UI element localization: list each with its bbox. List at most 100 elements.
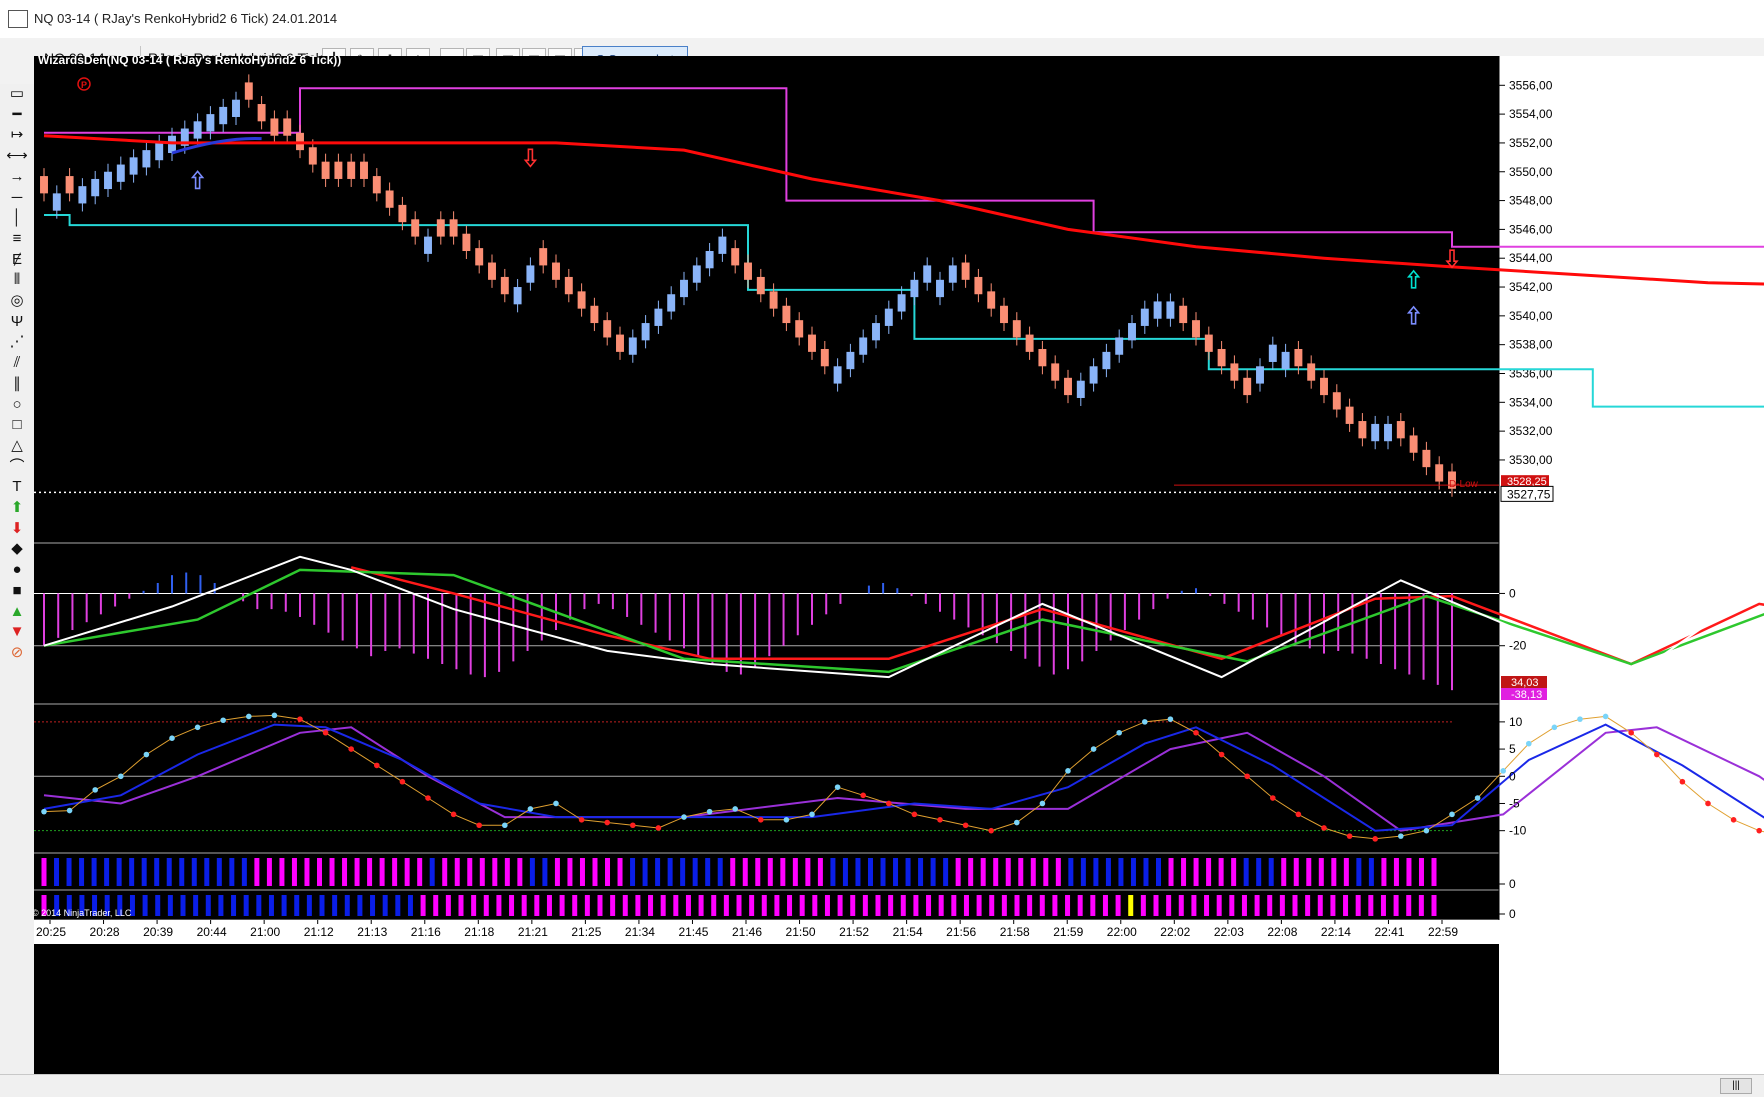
signal-strip-1 xyxy=(492,858,498,886)
diamond-icon[interactable]: ◆ xyxy=(5,539,29,559)
signal-strip-2 xyxy=(610,895,616,916)
signal-strip-1 xyxy=(1068,858,1074,886)
parallel-lines-icon[interactable]: ∥ xyxy=(5,374,29,394)
regression-channel-icon[interactable]: ⫽ xyxy=(5,353,29,373)
signal-strip-2 xyxy=(1115,895,1121,916)
fib-retracement-icon[interactable]: ≡ xyxy=(5,229,29,249)
candle-body xyxy=(539,248,548,266)
candle-body xyxy=(1064,377,1072,396)
line-icon[interactable]: ━ xyxy=(5,105,29,125)
osc2-dot xyxy=(988,827,994,834)
signal-strip-1 xyxy=(855,858,861,886)
signal-strip-1 xyxy=(529,858,535,886)
triangle-up-icon[interactable]: ▲ xyxy=(5,602,29,622)
triangle-icon[interactable]: △ xyxy=(5,436,29,456)
osc2-dot xyxy=(1014,819,1020,826)
square-icon[interactable]: ■ xyxy=(5,581,29,601)
signal-strip-1 xyxy=(1143,858,1149,886)
signal-strip-2 xyxy=(1001,895,1007,916)
arc-icon[interactable]: ⌒ xyxy=(5,457,29,477)
text-icon[interactable]: T xyxy=(5,477,29,497)
signal-strip-2 xyxy=(951,895,957,916)
signal-strip-1 xyxy=(417,858,423,886)
candle-body xyxy=(577,291,586,309)
signal-strip-1 xyxy=(279,858,285,886)
ext-line-icon[interactable]: ⟷ xyxy=(5,146,29,166)
candle-body xyxy=(872,323,880,341)
signal-strip-1 xyxy=(129,858,135,886)
candle-body xyxy=(820,348,829,367)
signal-strip-1 xyxy=(1306,858,1312,886)
horizontal-line-icon[interactable]: ─ xyxy=(5,188,29,208)
vertical-line-icon[interactable]: │ xyxy=(5,208,29,228)
osc2-dot xyxy=(886,800,892,807)
signal-strip-1 xyxy=(542,858,548,886)
candle-body xyxy=(321,161,330,179)
osc2-tick-label: 10 xyxy=(1509,715,1523,729)
candle-body xyxy=(731,248,740,266)
gann-fan-icon[interactable]: ⋰ xyxy=(5,332,29,352)
signal-strip-2 xyxy=(875,895,881,916)
ray-icon[interactable]: ↦ xyxy=(5,125,29,145)
signal-strip-2 xyxy=(1279,895,1285,916)
time-tick-label: 20:44 xyxy=(197,925,227,939)
drawing-tools-bar: ▭ ━ ↦ ⟷ → ─ │ ≡ Ɇ ⫴ ◎ Ψ ⋰ ⫽ ∥ ○ □ △ ⌒ T ⬆ ⬇ ◆ ● ■ ▲ ▼ ⊘ xyxy=(0,84,35,1074)
status-bar: ||| xyxy=(0,1074,1764,1097)
rectangle-icon[interactable]: □ xyxy=(5,415,29,435)
triangle-down-icon[interactable]: ▼ xyxy=(5,622,29,642)
fib-time-icon[interactable]: ⫴ xyxy=(5,270,29,290)
signal-strip-2 xyxy=(597,895,603,916)
candle-body xyxy=(65,176,74,194)
signal-strip-1 xyxy=(1418,858,1424,886)
signal-strip-2 xyxy=(142,895,148,916)
cursor-icon[interactable]: ▭ xyxy=(5,84,29,104)
signal-strip-1 xyxy=(517,858,523,886)
osc2-tick-label: -10 xyxy=(1509,824,1527,838)
osc2-dot xyxy=(118,773,124,780)
signal-strip-1 xyxy=(1406,858,1412,886)
arrow-line-icon[interactable]: → xyxy=(5,167,29,187)
candle-body xyxy=(859,337,868,355)
candle-body xyxy=(1025,334,1034,352)
signal-strip-1 xyxy=(1080,858,1086,886)
osc2-dot xyxy=(1730,817,1737,823)
andrews-pitchfork-icon[interactable]: Ψ xyxy=(5,312,29,332)
candle-body xyxy=(283,118,292,136)
signal-strip-1 xyxy=(1393,858,1399,886)
fib-extension-icon[interactable]: Ɇ xyxy=(5,250,29,270)
candle-body xyxy=(705,251,714,269)
price-axis-area xyxy=(1499,56,1764,1074)
signal-strip-1 xyxy=(968,858,974,886)
scroll-handle[interactable]: ||| xyxy=(1720,1078,1752,1094)
signal-strip-1 xyxy=(943,858,949,886)
osc2-dot xyxy=(1423,827,1430,834)
arrow-down-icon[interactable]: ⬇ xyxy=(5,519,29,539)
osc2-dot xyxy=(322,729,329,736)
signal-strip-1 xyxy=(141,858,147,886)
signal-strip-1 xyxy=(154,858,160,886)
signal-strip-2 xyxy=(1431,895,1437,916)
signal-strip-1 xyxy=(980,858,986,886)
osc2-dot xyxy=(1449,811,1455,818)
title-bar: NQ 03-14 ( RJay's RenkoHybrid2 6 Tick) 2… xyxy=(0,0,1764,39)
signal-strip-2 xyxy=(1380,895,1386,916)
remove-drawings-icon[interactable]: ⊘ xyxy=(5,643,29,663)
arrow-up-icon[interactable]: ⬆ xyxy=(5,498,29,518)
dot-icon[interactable]: ● xyxy=(5,560,29,580)
osc2-dot xyxy=(476,822,483,829)
signal-strip-2 xyxy=(711,895,717,916)
signal-strip-1 xyxy=(1243,858,1249,886)
ellipse-icon[interactable]: ○ xyxy=(5,395,29,415)
candle-body xyxy=(257,104,266,122)
signal-strip-2 xyxy=(193,895,199,916)
time-tick-label: 22:08 xyxy=(1267,925,1297,939)
signal-strip-2 xyxy=(685,895,691,916)
daily-low-label: D-Low xyxy=(1449,479,1479,490)
osc2-dot xyxy=(937,817,943,823)
candle-body xyxy=(884,308,893,326)
osc2-dot xyxy=(1474,795,1481,801)
signal-strip-1 xyxy=(692,858,698,886)
candle-body xyxy=(1038,348,1047,367)
signal-strip-2 xyxy=(1140,895,1146,916)
fib-circle-icon[interactable]: ◎ xyxy=(5,291,29,311)
